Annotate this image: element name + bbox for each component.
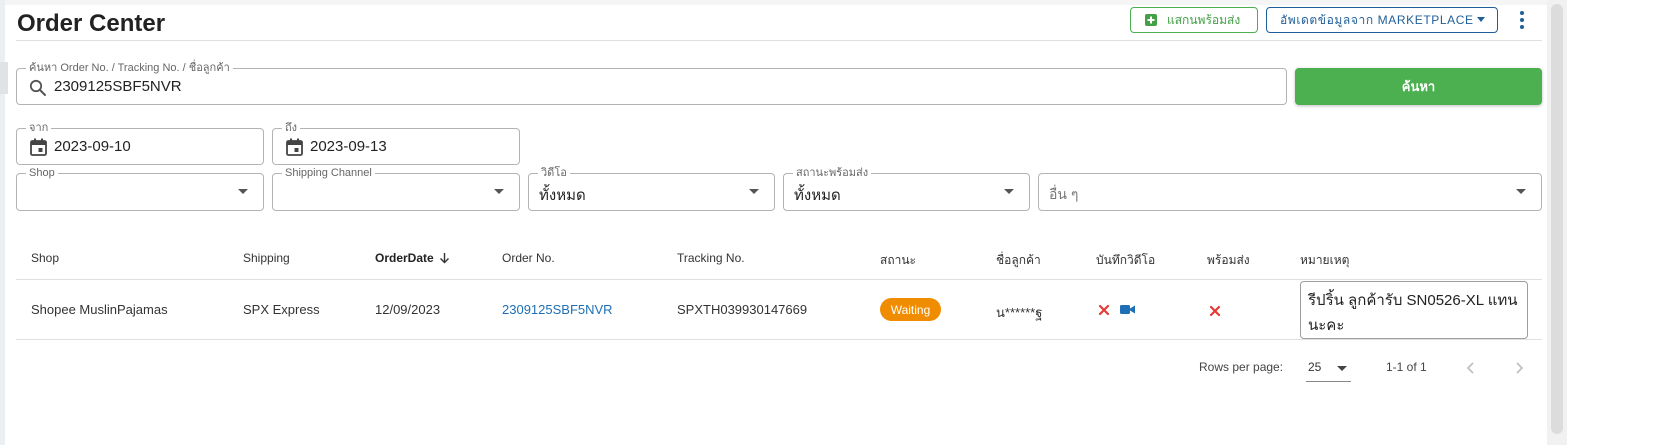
note-textarea[interactable]: รีปริ้น ลูกค้ารับ SN0526-XL แทนนะคะ <box>1300 281 1528 339</box>
page-title: Order Center <box>17 10 166 37</box>
calendar-icon <box>30 138 47 156</box>
search-button[interactable]: ค้นหา <box>1295 68 1542 105</box>
caret-down-icon <box>1477 17 1485 22</box>
cell-order-date: 12/09/2023 <box>375 302 441 317</box>
search-field[interactable]: ค้นหา Order No. / Tracking No. / ชื่อลูก… <box>16 62 1287 105</box>
close-icon[interactable] <box>1098 304 1110 316</box>
arrow-down-icon <box>440 253 450 264</box>
close-icon[interactable] <box>1209 305 1221 317</box>
video-select-label: วิดีโอ <box>538 167 570 179</box>
scrollbar-thumb[interactable] <box>1551 4 1563 434</box>
update-marketplace-button[interactable]: อัพเดตข้อมูลจาก MARKETPLACE <box>1266 7 1498 33</box>
other-filter-placeholder: อื่น ๆ <box>1049 186 1079 202</box>
column-header-customer[interactable]: ชื่อลูกค้า <box>996 251 1041 270</box>
cell-customer: น******ฐ <box>996 305 1043 320</box>
column-header-ready[interactable]: พร้อมส่ง <box>1207 251 1250 270</box>
cell-shop: Shopee MuslinPajamas <box>31 302 168 317</box>
ready-status-value: ทั้งหมด <box>794 187 841 204</box>
column-header-status[interactable]: สถานะ <box>880 251 916 270</box>
other-filter-select[interactable]: อื่น ๆ <box>1038 173 1542 211</box>
more-options-icon[interactable] <box>1514 9 1530 31</box>
orderdate-header-label: OrderDate <box>375 251 434 265</box>
scan-ready-button[interactable]: แสกนพร้อมส่ง <box>1130 7 1258 33</box>
date-to-label: ถึง <box>282 122 301 134</box>
shop-select-label: Shop <box>26 167 58 179</box>
calendar-icon <box>286 138 303 156</box>
rows-per-page-label: Rows per page: <box>1199 360 1284 374</box>
search-icon <box>29 79 46 96</box>
status-badge: Waiting <box>880 298 941 321</box>
dropdown-arrow-icon <box>1337 366 1347 371</box>
table-row-divider <box>16 339 1542 340</box>
sidebar-toggle[interactable] <box>0 62 8 94</box>
video-select-value: ทั้งหมด <box>539 187 586 204</box>
dropdown-arrow-icon <box>1004 189 1014 194</box>
column-header-orderdate[interactable]: OrderDate <box>375 251 450 265</box>
rows-per-page-select[interactable]: 25 <box>1306 356 1351 382</box>
shipping-channel-select[interactable]: Shipping Channel <box>272 167 520 211</box>
date-to-field[interactable]: ถึง 2023-09-13 <box>272 122 520 165</box>
ready-status-label: สถานะพร้อมส่ง <box>793 167 872 179</box>
header-row-divider <box>16 279 1542 280</box>
date-from-input[interactable]: 2023-09-10 <box>54 138 131 155</box>
column-header-order-no[interactable]: Order No. <box>502 251 555 265</box>
video-select[interactable]: วิดีโอ ทั้งหมด <box>528 167 775 211</box>
column-header-shop[interactable]: Shop <box>31 251 59 265</box>
scan-ready-label: แสกนพร้อมส่ง <box>1167 12 1241 27</box>
order-no-link[interactable]: 2309125SBF5NVR <box>502 302 613 317</box>
videocam-icon[interactable] <box>1120 304 1135 315</box>
shipping-channel-label: Shipping Channel <box>282 167 375 179</box>
update-marketplace-label: อัพเดตข้อมูลจาก MARKETPLACE <box>1280 12 1474 27</box>
date-from-label: จาก <box>26 122 52 134</box>
add-box-icon <box>1145 14 1157 26</box>
chevron-left-icon[interactable] <box>1463 360 1479 376</box>
search-input[interactable]: 2309125SBF5NVR <box>54 78 182 95</box>
pagination-range: 1-1 of 1 <box>1386 360 1427 374</box>
date-to-input[interactable]: 2023-09-13 <box>310 138 387 155</box>
order-center-page: Order Center แสกนพร้อมส่ง อัพเดตข้อมูลจา… <box>0 0 1667 445</box>
date-from-field[interactable]: จาก 2023-09-10 <box>16 122 264 165</box>
rows-per-page-value: 25 <box>1308 360 1322 374</box>
cell-shipping: SPX Express <box>243 302 320 317</box>
column-header-note[interactable]: หมายเหตุ <box>1300 251 1349 270</box>
chevron-right-icon[interactable] <box>1511 360 1527 376</box>
cell-tracking-no: SPXTH039930147669 <box>677 302 808 317</box>
dropdown-arrow-icon <box>1516 189 1526 194</box>
header-divider <box>16 40 1542 41</box>
search-label: ค้นหา Order No. / Tracking No. / ชื่อลูก… <box>26 62 233 74</box>
column-header-video-record[interactable]: บันทึกวิดีโอ <box>1096 251 1155 270</box>
top-strip <box>5 0 1547 5</box>
column-header-tracking-no[interactable]: Tracking No. <box>677 251 745 265</box>
dropdown-arrow-icon <box>494 189 504 194</box>
shop-select[interactable]: Shop <box>16 167 264 211</box>
ready-status-select[interactable]: สถานะพร้อมส่ง ทั้งหมด <box>783 167 1030 211</box>
dropdown-arrow-icon <box>238 189 248 194</box>
column-header-shipping[interactable]: Shipping <box>243 251 290 265</box>
dropdown-arrow-icon <box>749 189 759 194</box>
